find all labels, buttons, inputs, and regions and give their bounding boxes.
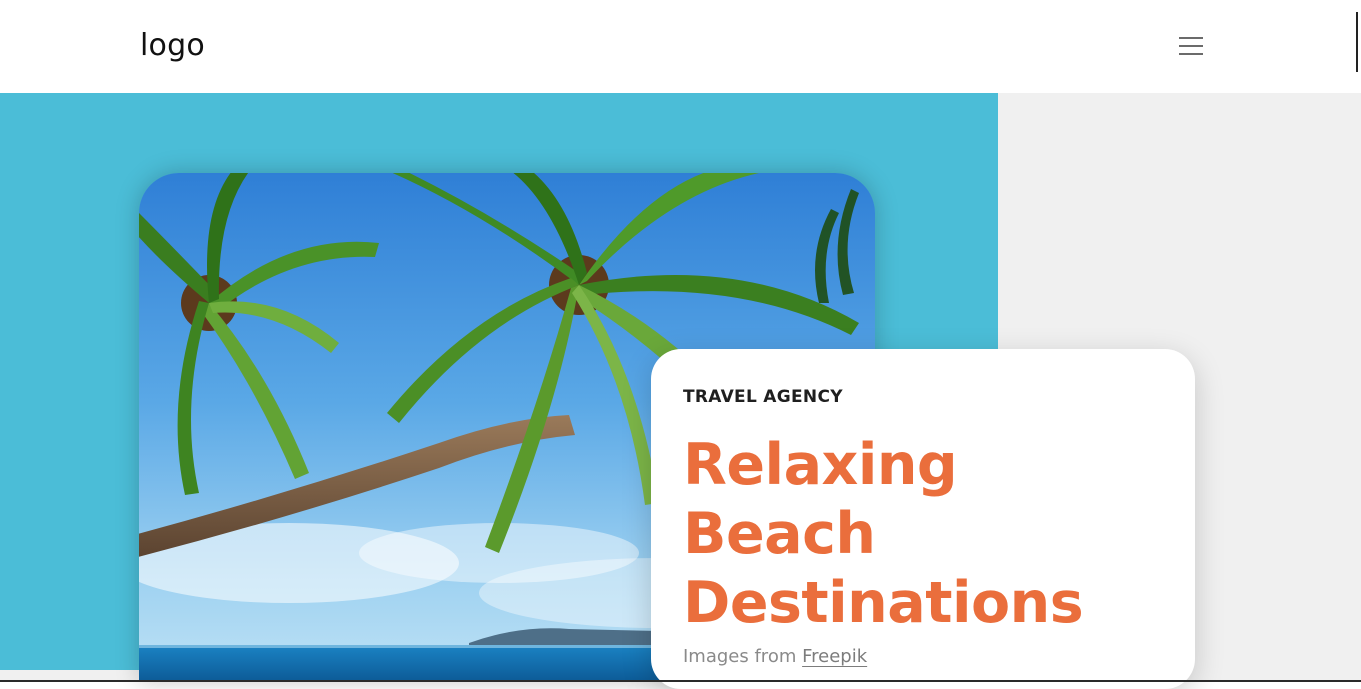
hero-card: TRAVEL AGENCY Relaxing Beach Destination…	[651, 349, 1195, 689]
scrollbar-edge	[1356, 12, 1358, 72]
navbar: logo	[0, 0, 1361, 93]
menu-bar	[1179, 37, 1203, 39]
credit-prefix: Images from	[683, 646, 803, 667]
headline-line-3: Destinations	[683, 570, 1084, 636]
headline-line-1: Relaxing	[683, 432, 958, 498]
menu-bar	[1179, 53, 1203, 55]
eyebrow-label: TRAVEL AGENCY	[683, 387, 843, 407]
image-credit: Images from Freepik	[683, 646, 867, 667]
menu-bar	[1179, 45, 1203, 47]
hamburger-menu-icon[interactable]	[1176, 34, 1206, 60]
hero-headline: Relaxing Beach Destinations	[683, 431, 1084, 638]
headline-line-2: Beach	[683, 501, 876, 567]
freepik-link[interactable]: Freepik	[802, 646, 867, 667]
logo[interactable]: logo	[140, 28, 205, 63]
